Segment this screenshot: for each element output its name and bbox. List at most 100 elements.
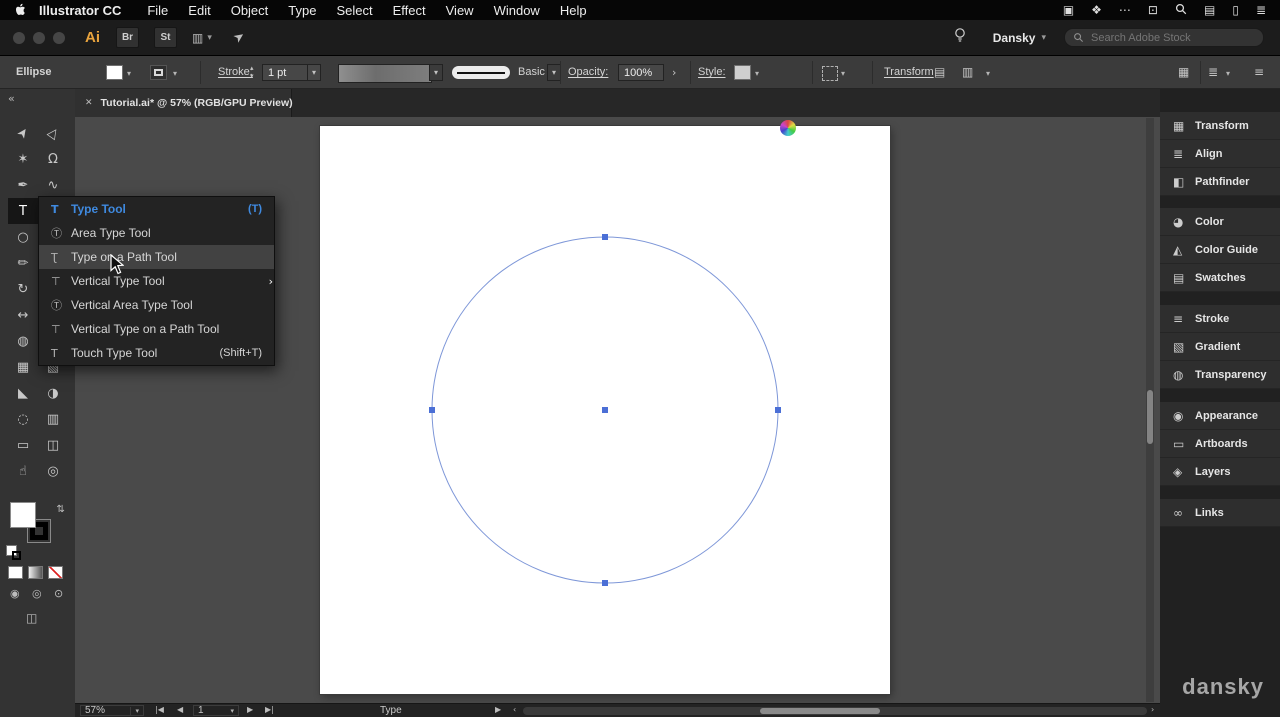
menu-object[interactable]: Object	[231, 3, 269, 18]
first-artboard-button[interactable]: |◀	[155, 705, 164, 714]
panel-tab-artboards[interactable]: ▭ Artboards	[1160, 430, 1280, 458]
status-menu-arrow-icon[interactable]: ▶	[495, 705, 501, 714]
gradient-button[interactable]	[28, 566, 43, 579]
menu-edit[interactable]: Edit	[188, 3, 210, 18]
stock-button[interactable]: St	[154, 27, 177, 48]
style-panel-link[interactable]: Style:	[698, 66, 726, 78]
menu-type[interactable]: Type	[288, 3, 316, 18]
distribute-icon[interactable]: ▥	[962, 65, 973, 79]
artboard[interactable]	[320, 126, 890, 694]
type-tool[interactable]: T	[8, 198, 38, 224]
user-menu[interactable]: Dansky ▾	[993, 31, 1046, 45]
control-panel-menu-icon[interactable]: ≡	[1254, 65, 1264, 79]
vertical-scrollbar[interactable]	[1146, 118, 1154, 702]
artboard-caret[interactable]: ▾	[230, 707, 234, 715]
menu-item-type-on-path-tool[interactable]: Ʈ Type on a Path Tool	[39, 245, 274, 269]
recolor-artwork-icon[interactable]	[780, 120, 796, 136]
select-similar-icon[interactable]	[822, 66, 838, 81]
document-tab[interactable]: ✕ Tutorial.ai* @ 57% (RGB/GPU Preview)	[75, 89, 293, 117]
draw-inside-icon[interactable]: ⊙	[54, 587, 63, 600]
next-artboard-button[interactable]: ▶	[247, 705, 253, 714]
opacity-expand-icon[interactable]: ›	[672, 66, 676, 79]
panel-tab-align[interactable]: ≣ Align	[1160, 140, 1280, 168]
stats-icon[interactable]: ▤	[1204, 3, 1215, 17]
horizontal-scrollbar[interactable]	[523, 707, 1147, 715]
panel-tab-color-guide[interactable]: ◭ Color Guide	[1160, 236, 1280, 264]
color-button[interactable]	[8, 566, 23, 579]
mesh-tool[interactable]: ▦	[8, 354, 38, 380]
eyedropper-tool[interactable]: ◣	[8, 380, 38, 406]
column-graph-tool[interactable]: ▥	[38, 406, 68, 432]
stroke-weight-caret[interactable]: ▾	[307, 64, 321, 81]
fill-color-proxy[interactable]	[10, 502, 36, 528]
workspace-grid-icon[interactable]: ▦	[1178, 65, 1189, 79]
menu-item-vertical-type-tool[interactable]: ⊤ Vertical Type Tool	[39, 269, 274, 293]
window-zoom-button[interactable]	[53, 31, 65, 44]
menu-file[interactable]: File	[147, 3, 168, 18]
zoom-control[interactable]: 57% ▾	[80, 705, 144, 716]
artboard-tool[interactable]: ▭	[8, 432, 38, 458]
panel-list-icon[interactable]: ≣	[1208, 65, 1218, 79]
menu-select[interactable]: Select	[336, 3, 372, 18]
adobe-stock-search[interactable]	[1064, 28, 1264, 47]
none-button[interactable]	[48, 566, 63, 579]
panel-tab-gradient[interactable]: ▧ Gradient	[1160, 333, 1280, 361]
style-swatch[interactable]	[734, 65, 751, 80]
panel-list-caret[interactable]: ▾	[1226, 69, 1230, 78]
arrange-documents-icon[interactable]: ▥	[192, 31, 203, 45]
pen-tool[interactable]: ✒	[8, 172, 38, 198]
arrange-documents-caret[interactable]: ▾	[207, 33, 212, 43]
hand-tool[interactable]: ☝	[8, 458, 38, 484]
menu-window[interactable]: Window	[494, 3, 540, 18]
tab-close-icon[interactable]: ✕	[85, 98, 93, 108]
vertical-scrollbar-thumb[interactable]	[1147, 390, 1153, 444]
zoom-caret[interactable]: ▾	[130, 706, 139, 715]
search-input[interactable]	[1089, 30, 1243, 45]
window-close-button[interactable]	[13, 31, 25, 44]
previous-artboard-button[interactable]: ◀	[177, 705, 183, 714]
fill-swatch[interactable]	[106, 65, 123, 80]
brush-caret[interactable]: ▾	[429, 64, 443, 81]
align-icon[interactable]: ▤	[934, 65, 945, 79]
panel-tab-pathfinder[interactable]: ◧ Pathfinder	[1160, 168, 1280, 196]
symbol-sprayer-tool[interactable]: ◌	[8, 406, 38, 432]
panel-tab-appearance[interactable]: ◉ Appearance	[1160, 402, 1280, 430]
window-manager-icon[interactable]: ⊡	[1148, 3, 1158, 17]
scroll-right-icon[interactable]: ›	[1151, 705, 1154, 714]
more-icon[interactable]: ⋯	[1119, 3, 1131, 17]
spotlight-search-icon[interactable]	[1175, 3, 1187, 18]
dropbox-icon[interactable]: ❖	[1091, 3, 1102, 17]
stroke-weight-stepper[interactable]: ▴ ▾	[250, 64, 254, 80]
menu-view[interactable]: View	[446, 3, 474, 18]
menu-help[interactable]: Help	[560, 3, 587, 18]
bridge-button[interactable]: Br	[116, 27, 139, 48]
style-swatch-caret[interactable]: ▾	[755, 69, 759, 78]
tearoff-arrow-icon[interactable]: ›	[269, 275, 273, 288]
variable-width-profile-swatch[interactable]	[452, 66, 510, 79]
rotate-tool[interactable]: ↻	[8, 276, 38, 302]
transform-panel-link[interactable]: Transform	[884, 66, 934, 78]
battery-icon[interactable]: ▯	[1232, 3, 1239, 17]
width-tool[interactable]: ↔	[8, 302, 38, 328]
curvature-tool[interactable]: ∿	[38, 172, 68, 198]
menu-item-type-tool[interactable]: T Type Tool (T)	[39, 197, 274, 221]
share-icon[interactable]: ➤	[231, 28, 249, 47]
notification-list-icon[interactable]: ≣	[1256, 3, 1266, 17]
ellipse-object[interactable]	[320, 126, 890, 694]
stepper-down-icon[interactable]: ▾	[250, 72, 254, 80]
fill-swatch-caret[interactable]: ▾	[127, 69, 131, 78]
default-stroke-icon[interactable]	[12, 551, 21, 560]
draw-behind-icon[interactable]: ◎	[32, 587, 42, 600]
stroke-swatch[interactable]	[150, 65, 167, 80]
panel-tab-swatches[interactable]: ▤ Swatches	[1160, 264, 1280, 292]
menu-item-vertical-area-type-tool[interactable]: Ⓣ Vertical Area Type Tool	[39, 293, 274, 317]
zoom-tool[interactable]: ◎	[38, 458, 68, 484]
collapse-toolbar-icon[interactable]: «	[8, 92, 15, 105]
screen-mirroring-icon[interactable]: ▣	[1063, 3, 1074, 17]
scroll-left-icon[interactable]: ‹	[513, 705, 516, 714]
panel-tab-transparency[interactable]: ◍ Transparency	[1160, 361, 1280, 389]
menu-effect[interactable]: Effect	[393, 3, 426, 18]
slice-tool[interactable]: ◫	[38, 432, 68, 458]
pencil-tool[interactable]: ✏	[8, 250, 38, 276]
align-caret[interactable]: ▾	[986, 69, 990, 78]
